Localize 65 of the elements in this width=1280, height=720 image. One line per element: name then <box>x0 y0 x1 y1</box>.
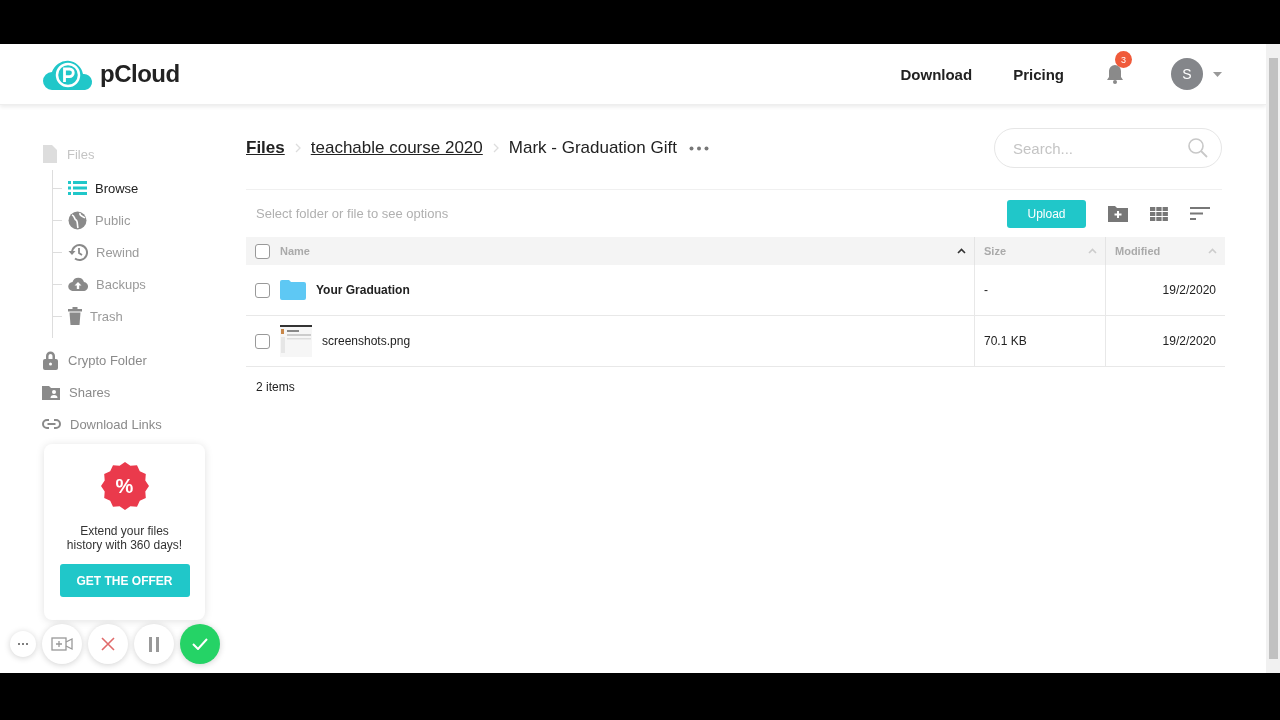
file-size: - <box>984 283 988 297</box>
cancel-button[interactable] <box>88 624 128 664</box>
discount-seal: % <box>100 462 149 510</box>
more-icon[interactable] <box>688 145 709 151</box>
chevron-icon <box>294 143 301 153</box>
row-checkbox[interactable] <box>255 282 270 298</box>
file-size: 70.1 KB <box>984 334 1027 348</box>
select-all-checkbox[interactable] <box>255 243 270 259</box>
item-count: 2 items <box>256 380 295 394</box>
column-header[interactable]: Name <box>246 237 974 265</box>
chevron-icon <box>492 143 499 153</box>
modified-date: 19/2/2020 <box>1162 283 1216 297</box>
nav-link[interactable]: Pricing <box>1013 65 1064 83</box>
confirm-button[interactable] <box>180 624 220 664</box>
search-field[interactable]: Search... <box>994 128 1222 168</box>
cloud-logo-icon <box>42 58 94 90</box>
sidebar-item[interactable]: Browse <box>53 172 246 204</box>
check-icon <box>192 638 208 650</box>
trash-icon <box>68 307 82 325</box>
column-header[interactable]: Size <box>974 237 1105 265</box>
notification-badge: 3 <box>1115 51 1132 68</box>
close-icon <box>101 637 115 651</box>
history-icon <box>68 242 88 262</box>
sort-icon[interactable] <box>1190 207 1210 220</box>
caret-icon[interactable] <box>1213 71 1222 77</box>
sidebar-item[interactable]: Public <box>53 204 246 236</box>
selection-hint: Select folder or file to see options <box>256 206 450 221</box>
shared-folder-icon <box>42 384 60 400</box>
bell-icon[interactable] <box>1105 64 1125 84</box>
folder-icon <box>280 280 306 300</box>
search-icon[interactable] <box>1188 138 1208 158</box>
sidebar-item[interactable]: Crypto Folder <box>42 344 246 376</box>
link-icon <box>42 419 61 429</box>
breadcrumb-link[interactable]: teachable course 2020 <box>310 138 483 158</box>
pause-button[interactable] <box>134 624 174 664</box>
get-offer-button[interactable]: GET THE OFFER <box>59 564 190 597</box>
breadcrumb-link[interactable]: Mark - Graduation Gift <box>508 138 677 158</box>
offer-text: Extend your files history with 360 days! <box>65 524 184 552</box>
file-name[interactable]: screenshots.png <box>322 334 411 348</box>
cloud-upload-icon <box>68 277 88 291</box>
row-checkbox[interactable] <box>255 333 270 349</box>
camera-button[interactable] <box>42 624 82 664</box>
new-folder-icon[interactable] <box>1108 205 1128 222</box>
upload-button[interactable]: Upload <box>1007 199 1086 228</box>
logo-text: pCloud <box>100 60 180 88</box>
image-thumbnail-icon <box>280 325 312 357</box>
avatar[interactable]: S <box>1171 58 1203 90</box>
column-header[interactable]: Modified <box>1105 237 1225 265</box>
modified-date: 19/2/2020 <box>1162 334 1216 348</box>
grid-icon[interactable] <box>1150 206 1168 221</box>
sidebar-item[interactable]: Backups <box>53 268 246 300</box>
file-icon <box>42 145 58 163</box>
sidebar-item[interactable]: Download Links <box>42 408 246 440</box>
video-camera-icon <box>51 637 73 651</box>
lock-icon <box>42 350 59 370</box>
sidebar-item[interactable]: Trash <box>53 300 246 332</box>
breadcrumb-link[interactable]: Files <box>246 138 285 158</box>
sidebar-item[interactable]: Shares <box>42 376 246 408</box>
scrollbar[interactable] <box>1266 44 1280 673</box>
list-icon <box>68 181 87 195</box>
sidebar-item[interactable]: Rewind <box>53 236 246 268</box>
file-name[interactable]: Your Graduation <box>316 283 410 297</box>
nav-link[interactable]: Download <box>900 65 973 83</box>
globe-icon <box>68 210 87 230</box>
pause-icon <box>149 636 159 652</box>
